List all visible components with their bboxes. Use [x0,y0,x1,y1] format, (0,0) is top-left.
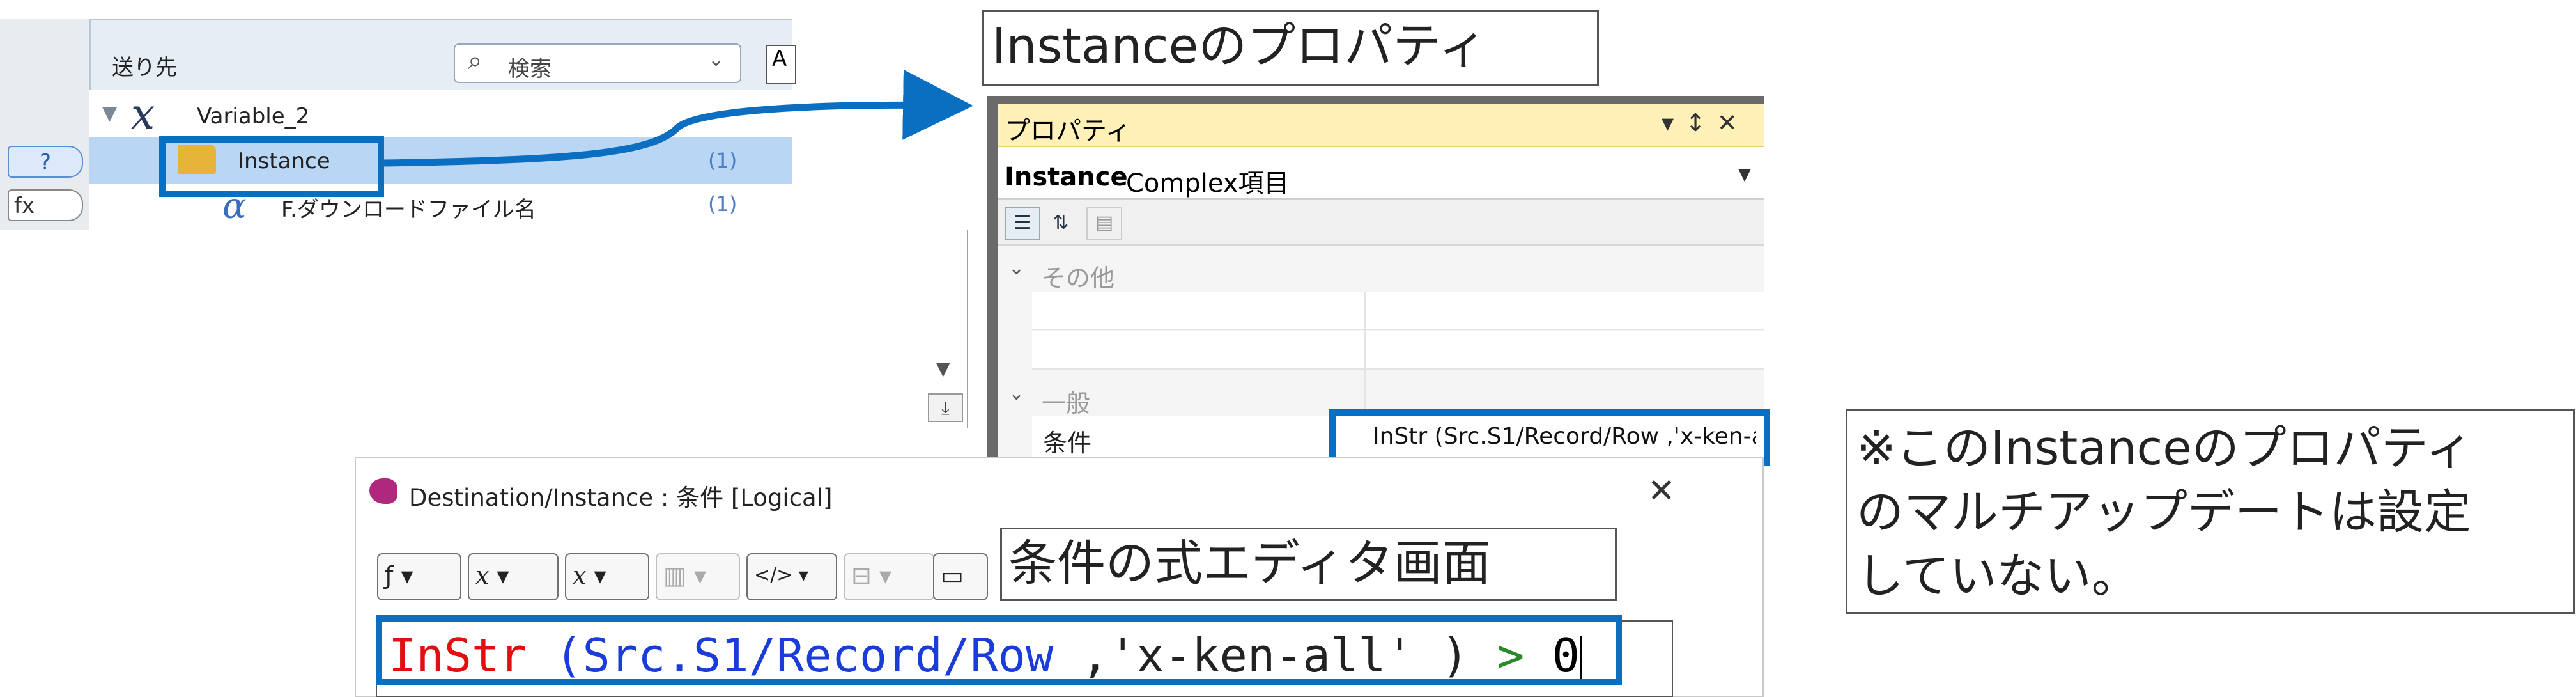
dropdown-icon[interactable]: ▾ [1662,109,1685,137]
function-menu-button[interactable]: ƒ ▾ [377,553,461,600]
variable-alt-icon: x [573,561,587,590]
table-icon: ⊟ [851,561,872,590]
instance-property-callout: Instanceのプロパティ [982,10,1599,86]
arrow-instance-to-properties [383,69,973,167]
note-box: ※このInstanceのプロパティ のマルチアップデートは設定 していない。 [1846,409,2575,614]
app-icon [369,478,397,504]
close-icon[interactable]: ✕ [1717,109,1749,137]
object-type: Complex項目 [1126,169,1290,198]
collapse-arrow-icon[interactable]: ⌄ [1008,382,1024,405]
property-row[interactable] [1032,331,1764,370]
property-window-controls: ▾↕✕ [1662,109,1749,137]
note-line: のマルチアップデートは設定 [1856,485,2471,540]
datasource-menu-button[interactable]: ▥ ▾ [656,553,740,600]
function-icon: ƒ [385,561,394,590]
close-icon[interactable]: ✕ [1647,472,1676,510]
note-line: ※このInstanceのプロパティ [1856,421,2473,476]
property-pages-icon[interactable]: ▤ [1086,207,1122,240]
expression-highlight-box [376,615,1622,685]
note-line: していない。 [1856,549,2139,604]
folder-open-button[interactable]: ▭ [933,553,988,600]
table-menu-button[interactable]: ⊟ ▾ [844,553,934,600]
variable-menu-icon: x [475,561,490,590]
chevron-down-icon[interactable]: ▼ [1738,165,1751,184]
property-row[interactable] [1032,292,1764,330]
category-other: その他 [1042,264,1115,292]
condition-label: 条件 [1043,429,1092,457]
datasource-icon: ▥ [663,561,686,590]
folder-open-icon: ▭ [941,561,964,590]
object-name: Instance [1005,162,1128,192]
categorized-icon[interactable]: ☰ [1005,207,1040,240]
category-general: 一般 [1042,389,1091,418]
property-title: プロパティ [1005,116,1131,146]
xml-menu-button[interactable]: </> ▾ [746,553,837,600]
dialog-title: Destination/Instance : 条件 [Logical] [409,484,833,512]
expression-editor-callout: 条件の式エディタ画面 [1000,528,1617,601]
sort-az-icon[interactable]: ⇅ [1043,207,1079,240]
collapse-arrow-icon[interactable]: ⌄ [1008,257,1024,279]
variable-menu-button[interactable]: x ▾ [468,553,559,600]
variable-alt-menu-button[interactable]: x ▾ [565,553,649,600]
xml-icon: </> [754,564,793,586]
pin-icon[interactable]: ↕ [1685,109,1717,137]
